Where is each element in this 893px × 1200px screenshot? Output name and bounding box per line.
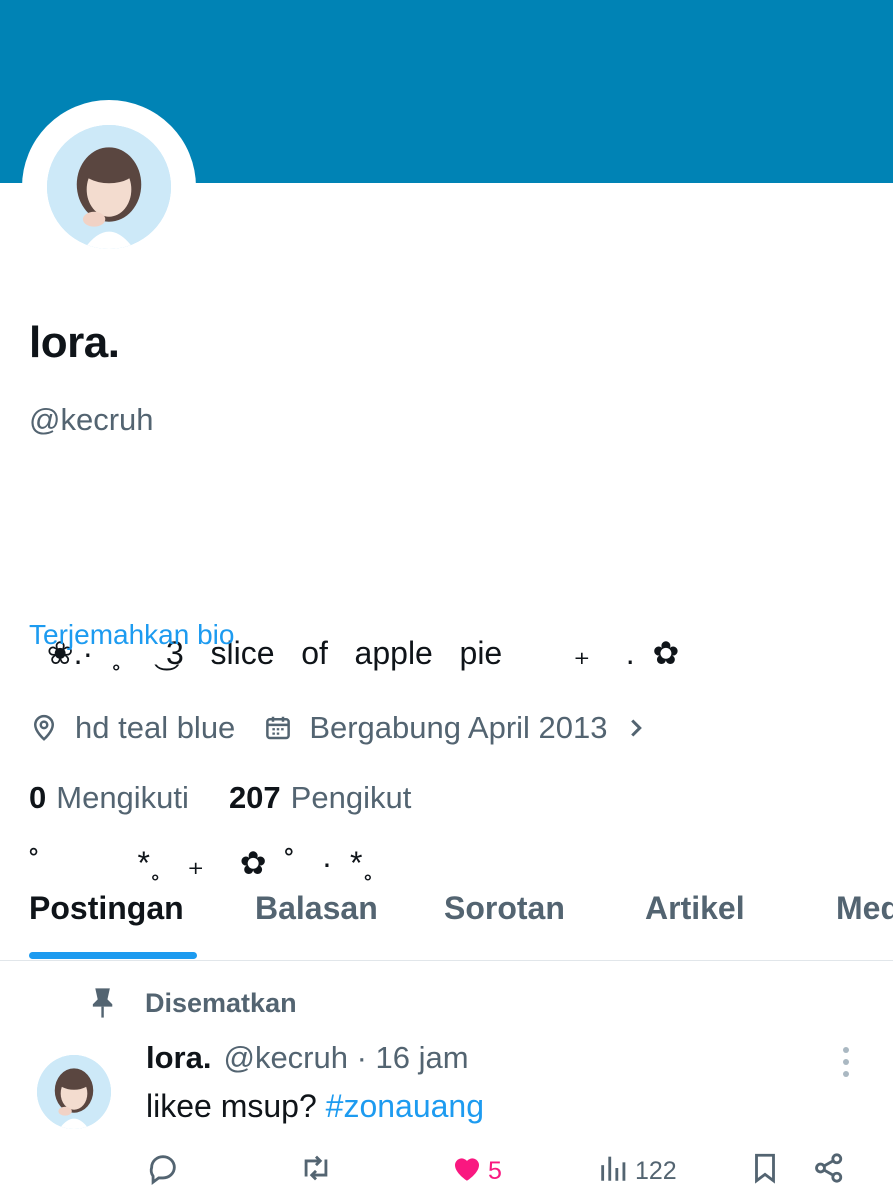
calendar-icon: [263, 713, 293, 743]
profile-joined: Bergabung April 2013: [309, 710, 608, 745]
followers-count: 207: [228, 780, 281, 815]
bookmark-icon: [748, 1151, 782, 1192]
share-icon: [812, 1151, 846, 1192]
tweet-body: likee msup?: [146, 1088, 326, 1124]
profile-display-name: lora.: [29, 318, 120, 367]
bookmark-button[interactable]: [748, 1148, 782, 1194]
profile-tabs: Postingan Balasan Sorotan Artikel Media: [0, 880, 893, 961]
tab-media[interactable]: Media: [836, 890, 893, 927]
tweet-actions: 5 122: [0, 1148, 893, 1194]
chevron-right-icon[interactable]: [626, 713, 650, 743]
tab-articles[interactable]: Artikel: [645, 890, 745, 927]
view-count: 122: [635, 1156, 677, 1185]
like-button[interactable]: 5: [450, 1148, 502, 1194]
tweet-time[interactable]: · 16 jam: [357, 1040, 469, 1075]
avatar-image: [47, 125, 171, 249]
views-button[interactable]: 122: [597, 1148, 677, 1194]
tweet-author-handle[interactable]: @kecruh: [223, 1040, 348, 1075]
tweet-text: likee msup? #zonauang: [146, 1088, 484, 1125]
active-tab-indicator: [29, 952, 197, 959]
retweet-icon: [299, 1151, 333, 1192]
followers-label: Pengikut: [290, 780, 412, 815]
tab-replies[interactable]: Balasan: [255, 890, 378, 927]
followers-link[interactable]: 207 Pengikut: [229, 780, 411, 816]
reply-icon: [146, 1151, 180, 1192]
following-link[interactable]: 0 Mengikuti: [29, 780, 189, 816]
share-button[interactable]: [812, 1148, 846, 1194]
tab-highlights[interactable]: Sorotan: [444, 890, 565, 927]
following-label: Mengikuti: [56, 780, 189, 815]
profile-avatar[interactable]: [47, 125, 171, 249]
tweet-header: lora. @kecruh · 16 jam: [146, 1040, 469, 1076]
tab-posts[interactable]: Postingan: [29, 890, 184, 927]
views-icon: [597, 1151, 631, 1192]
pinned-indicator: Disematkan: [88, 986, 297, 1020]
pin-icon: [88, 986, 118, 1020]
profile-location: hd teal blue: [75, 710, 236, 745]
profile-meta: hd teal blue Bergabung April 2013: [29, 706, 650, 750]
following-count: 0: [29, 780, 47, 815]
tweet-avatar-image: [37, 1055, 111, 1129]
follow-stats: 0 Mengikuti 207 Pengikut: [29, 780, 451, 816]
location-pin-icon: [29, 713, 59, 743]
tweet-hashtag[interactable]: #zonauang: [326, 1088, 484, 1124]
reply-button[interactable]: [146, 1148, 180, 1194]
tweet-author-name[interactable]: lora.: [146, 1040, 211, 1075]
translate-bio-link[interactable]: Terjemahkan bio: [29, 619, 234, 651]
more-icon[interactable]: [838, 1044, 854, 1080]
pinned-label: Disematkan: [145, 987, 297, 1018]
retweet-button[interactable]: [299, 1148, 333, 1194]
tweet-avatar[interactable]: [37, 1055, 111, 1129]
like-count: 5: [488, 1156, 502, 1185]
profile-handle: @kecruh: [29, 402, 154, 437]
heart-icon: [450, 1151, 484, 1192]
